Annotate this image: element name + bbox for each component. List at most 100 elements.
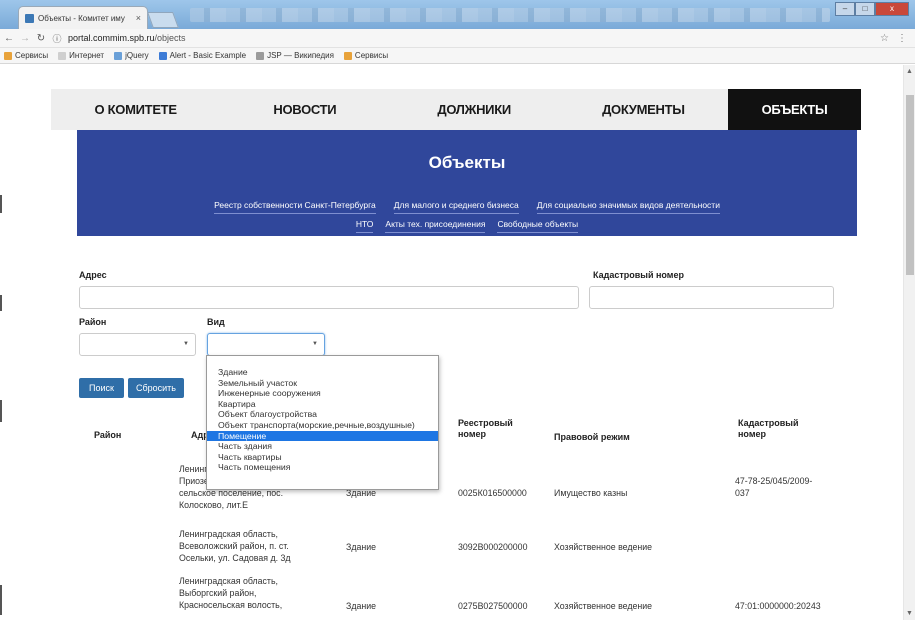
table-row-1-registry: 0025К016500000: [458, 488, 527, 498]
bookmark-label: Сервисы: [15, 51, 49, 60]
search-button[interactable]: Поиск: [79, 378, 124, 398]
dropdown-option[interactable]: Часть помещения: [207, 462, 438, 473]
address-line: Всеволожский район, п. ст.: [179, 541, 289, 551]
bookmark-label: Сервисы: [354, 51, 389, 60]
table-row-3-address: Ленинградская область, Выборгский район,…: [179, 575, 282, 611]
back-icon[interactable]: ←: [2, 33, 16, 44]
registry-header-line1: Реестровый: [458, 418, 513, 428]
nav-item-news[interactable]: НОВОСТИ: [220, 89, 389, 130]
dropdown-option[interactable]: Помещение: [207, 430, 438, 442]
close-window-button[interactable]: x: [875, 2, 909, 16]
chevron-down-icon: ▼: [312, 341, 318, 347]
table-row-2-type: Здание: [346, 542, 377, 552]
table-row-3-regime: Хозяйственное ведение: [554, 601, 653, 611]
browser-tab[interactable]: Объекты - Комитет иму ×: [18, 6, 148, 29]
address-input[interactable]: [79, 286, 579, 309]
link-registry[interactable]: Реестр собственности Санкт-Петербурга: [214, 200, 376, 214]
column-header-registry: Реестровый номер: [458, 418, 513, 440]
bookmark-item[interactable]: JSP — Википедия: [256, 51, 334, 60]
info-icon[interactable]: ⓘ: [50, 32, 64, 45]
nav-item-committee[interactable]: О КОМИТЕТЕ: [51, 89, 220, 130]
menu-icon[interactable]: ⋮: [897, 33, 907, 44]
type-dropdown-list: Здание Земельный участок Инженерные сооруж…: [206, 355, 439, 490]
link-free-objects[interactable]: Свободные объекты: [497, 219, 579, 233]
link-tech-acts[interactable]: Акты тех. присоединения: [385, 219, 486, 233]
bookmark-item[interactable]: Alert - Basic Example: [158, 51, 247, 60]
scroll-down-icon[interactable]: ▼: [906, 610, 913, 617]
page-viewport: О КОМИТЕТЕ НОВОСТИ ДОЛЖНИКИ ДОКУМЕНТЫ ОБ…: [0, 65, 903, 620]
bookmark-item[interactable]: Сервисы: [343, 51, 389, 60]
jquery-icon: [114, 51, 123, 60]
bookmark-label: JSP — Википедия: [267, 51, 334, 60]
cadastral-label: Кадастровый номер: [593, 270, 684, 280]
table-row-1-cadastral: 47-78-25/045/2009- 037: [735, 475, 812, 499]
link-nto[interactable]: НТО: [355, 219, 374, 233]
address-label: Адрес: [79, 270, 107, 280]
link-social-activity[interactable]: Для социально значимых видов деятельност…: [536, 200, 720, 214]
district-label: Район: [79, 317, 107, 327]
scroll-up-icon[interactable]: ▲: [906, 68, 913, 75]
url-field[interactable]: portal.commim.spb.ru/objects: [68, 33, 880, 43]
address-line: Ленинградская область,: [179, 529, 278, 539]
type-select[interactable]: ▼: [207, 333, 325, 356]
page-scrollbar[interactable]: ▲ ▼: [903, 65, 915, 620]
banner-links-row1: Реестр собственности Санкт-Петербурга Дл…: [77, 200, 857, 214]
window-controls: – □ x: [835, 2, 909, 16]
dropdown-option[interactable]: Объект благоустройства: [207, 409, 438, 420]
new-tab-button[interactable]: [147, 12, 179, 28]
address-line: Осельки, ул. Садовая д. 3д: [179, 553, 291, 563]
dropdown-option[interactable]: Земельный участок: [207, 378, 438, 389]
column-header-cadastral: Кадастровый номер: [738, 418, 799, 440]
bookmark-item[interactable]: Интернет: [58, 51, 104, 60]
minimize-button[interactable]: –: [835, 2, 855, 16]
url-path: /objects: [154, 33, 186, 43]
left-edge-marker: [0, 400, 2, 422]
maximize-button[interactable]: □: [855, 2, 875, 16]
banner-links-row2: НТО Акты тех. присоединения Свободные об…: [77, 219, 857, 233]
reset-button[interactable]: Сбросить: [128, 378, 184, 398]
browser-titlebar: Объекты - Комитет иму × – □ x: [0, 0, 915, 29]
wikipedia-icon: [256, 51, 265, 60]
left-edge-marker: [0, 295, 2, 311]
dropdown-option[interactable]: Здание: [207, 367, 438, 378]
forward-icon[interactable]: →: [18, 33, 32, 44]
chevron-down-icon: ▼: [183, 341, 189, 347]
bookmark-label: jQuery: [125, 51, 149, 60]
cadastral-input[interactable]: [589, 286, 834, 309]
link-small-business[interactable]: Для малого и среднего бизнеса: [393, 200, 519, 214]
bookmark-label: Интернет: [69, 51, 105, 60]
dropdown-option[interactable]: Инженерные сооружения: [207, 388, 438, 399]
address-line: Колосково, лит.Е: [179, 500, 248, 510]
url-host: portal.commim.spb.ru: [68, 33, 155, 43]
column-header-district: Район: [94, 430, 122, 440]
main-navigation: О КОМИТЕТЕ НОВОСТИ ДОЛЖНИКИ ДОКУМЕНТЫ ОБ…: [51, 89, 861, 130]
dropdown-option[interactable]: Часть здания: [207, 441, 438, 452]
table-row-3-type: Здание: [346, 601, 377, 611]
address-line: Ленинградская область,: [179, 576, 278, 586]
table-row-2-registry: 3092В000200000: [458, 542, 528, 552]
bookmark-label: Alert - Basic Example: [169, 51, 247, 60]
nav-item-objects[interactable]: ОБЪЕКТЫ: [728, 89, 861, 130]
district-select[interactable]: ▼: [79, 333, 196, 356]
reload-icon[interactable]: ↻: [34, 33, 48, 44]
nav-item-debtors[interactable]: ДОЛЖНИКИ: [390, 89, 559, 130]
table-row-3-cadastral: 47:01:0000000:20243: [735, 601, 821, 611]
dropdown-option[interactable]: Часть квартиры: [207, 452, 438, 463]
type-label: Вид: [207, 317, 225, 327]
dropdown-option[interactable]: Квартира: [207, 399, 438, 410]
tab-close-icon[interactable]: ×: [136, 13, 141, 23]
bookmark-item[interactable]: Сервисы: [4, 51, 48, 60]
nav-item-documents[interactable]: ДОКУМЕНТЫ: [559, 89, 728, 130]
page-icon: [58, 51, 67, 60]
site-favicon-icon: [25, 13, 34, 23]
cadastral-line: 47-78-25/045/2009-: [735, 476, 813, 486]
table-row-2-address: Ленинградская область, Всеволожский райо…: [179, 528, 291, 564]
scrollbar-thumb[interactable]: [906, 95, 914, 275]
bookmark-item[interactable]: jQuery: [114, 51, 149, 60]
left-edge-marker: [0, 195, 2, 213]
cadastral-header-line1: Кадастровый: [738, 418, 799, 428]
bookmark-star-icon[interactable]: ☆: [880, 33, 889, 44]
table-row-3-registry: 0275В027500000: [458, 601, 528, 611]
address-line: Выборгский район,: [179, 588, 257, 598]
dropdown-option[interactable]: Объект транспорта(морские,речные,воздушн…: [207, 420, 438, 431]
